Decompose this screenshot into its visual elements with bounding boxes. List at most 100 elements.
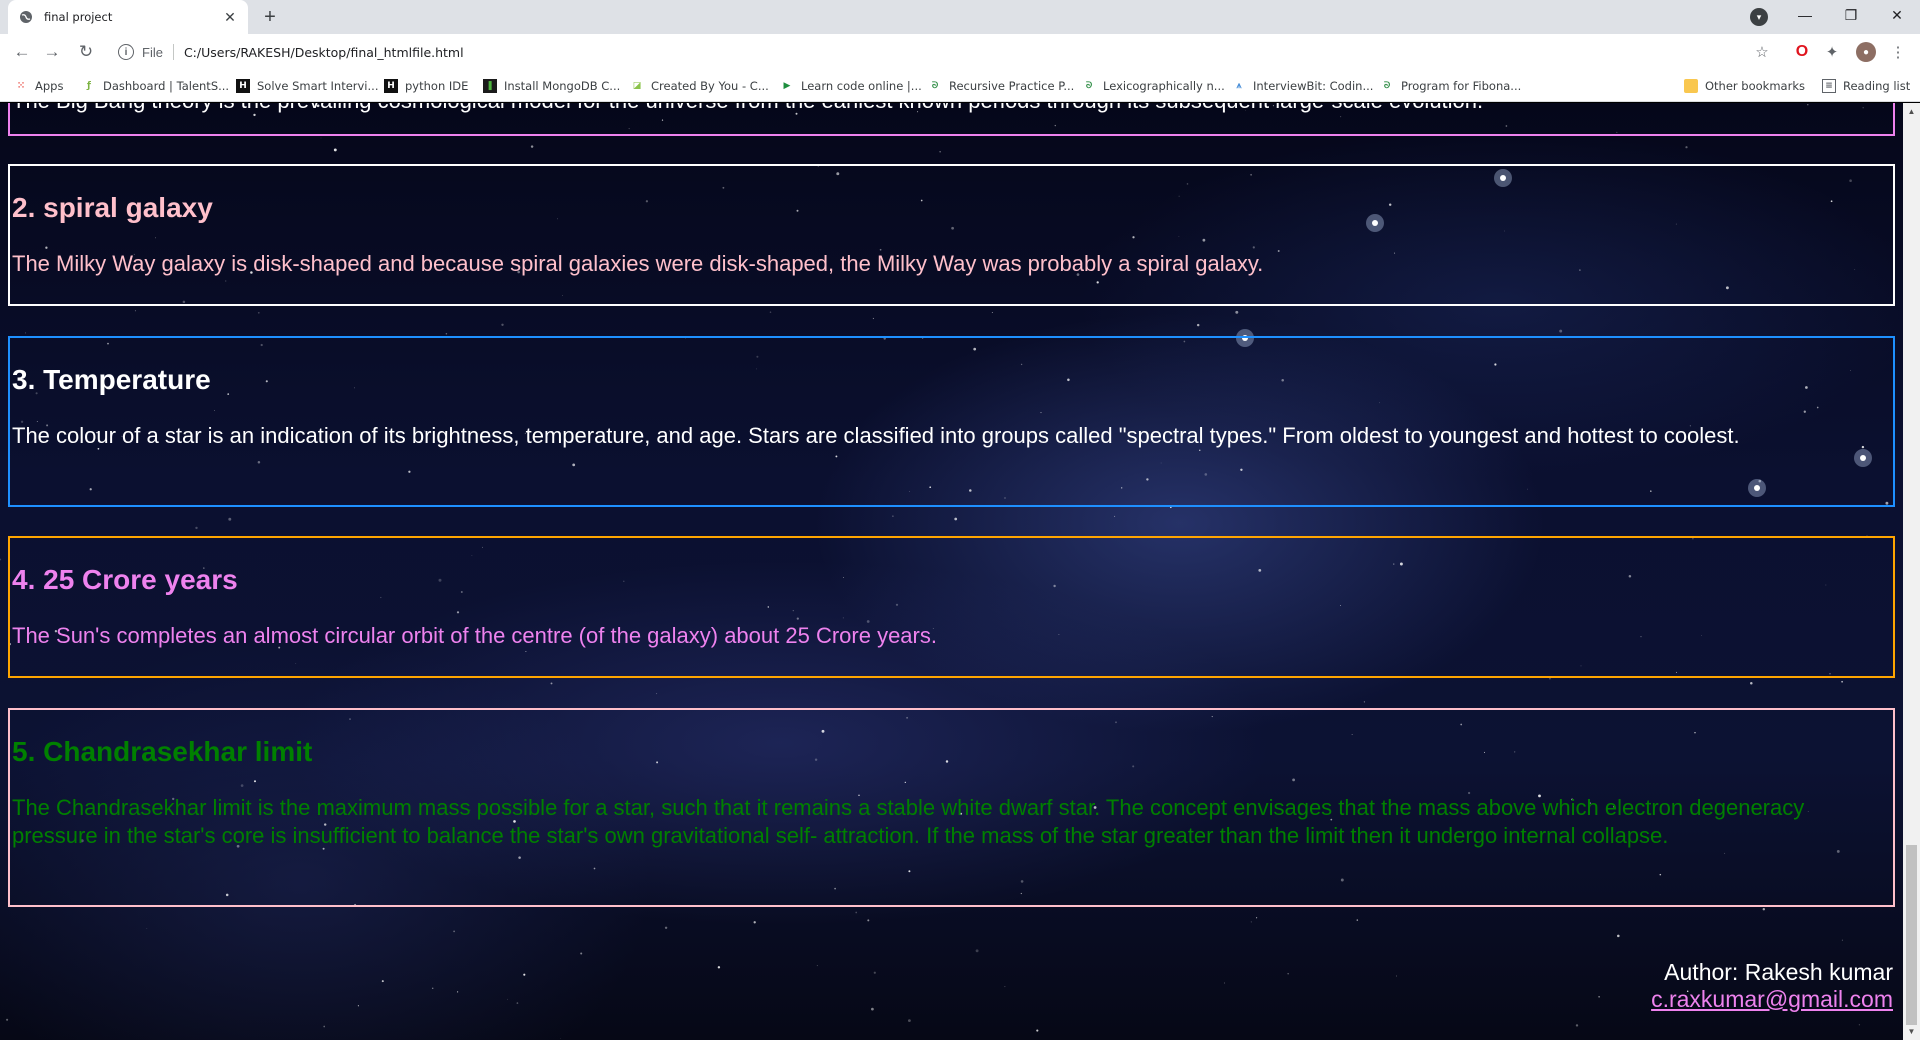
new-tab-icon[interactable]: + xyxy=(258,5,282,29)
bookmark-item[interactable]: ▶ Learn code online |... xyxy=(780,76,922,96)
bookmark-item[interactable]: ᘐ Lexicographically n... xyxy=(1082,76,1225,96)
star xyxy=(357,1005,359,1007)
star xyxy=(1685,146,1688,149)
bookmark-label: Learn code online |... xyxy=(801,79,922,93)
bookmark-item[interactable]: ⁙ Apps xyxy=(14,76,63,96)
section-big-bang: The Big Bang theory is the prevailing co… xyxy=(8,103,1895,136)
star xyxy=(134,310,136,312)
star xyxy=(855,911,858,914)
star xyxy=(1395,975,1397,977)
other-bookmarks-label: Other bookmarks xyxy=(1705,79,1805,93)
star xyxy=(501,323,504,326)
star xyxy=(1858,1024,1861,1026)
star xyxy=(1356,919,1359,921)
opera-extension-icon[interactable]: O xyxy=(1792,42,1812,62)
star xyxy=(257,311,260,314)
python-ide-icon: H xyxy=(384,79,398,93)
bookmarks-bar: ⁙ Apps ƒ Dashboard | TalentS... H Solve … xyxy=(0,70,1920,102)
star xyxy=(1575,1024,1579,1027)
bookmark-item[interactable]: ❚ Install MongoDB C... xyxy=(483,76,620,96)
back-icon[interactable]: ← xyxy=(10,40,34,64)
star xyxy=(908,1019,911,1022)
star xyxy=(1598,996,1600,998)
reading-list[interactable]: ≡ Reading list xyxy=(1822,76,1910,96)
star xyxy=(1559,329,1563,333)
star xyxy=(530,145,534,148)
restore-icon[interactable]: ❐ xyxy=(1828,0,1874,30)
other-bookmarks[interactable]: Other bookmarks xyxy=(1684,76,1805,96)
bookmark-item[interactable]: H Solve Smart Intervi... xyxy=(236,76,378,96)
bookmark-label: Install MongoDB C... xyxy=(504,79,621,93)
profile-avatar[interactable]: ● xyxy=(1856,42,1876,62)
star xyxy=(431,987,434,990)
star xyxy=(1196,323,1200,327)
extensions-icon[interactable]: ✦ xyxy=(1822,42,1842,62)
star xyxy=(717,966,721,969)
star xyxy=(1841,939,1843,941)
star xyxy=(228,517,232,521)
window-close-icon[interactable]: ✕ xyxy=(1874,0,1920,30)
bookmark-label: python IDE xyxy=(405,79,469,93)
bookmark-label: Lexicographically n... xyxy=(1103,79,1225,93)
bookmark-item[interactable]: ◪ Created By You - C... xyxy=(630,76,769,96)
tab-strip: final project ✕ + ▾ — ❐ ✕ xyxy=(0,0,1920,34)
page-scrollbar[interactable]: ▲ ▼ xyxy=(1903,103,1920,1040)
address-bar[interactable]: i File C:/Users/RAKESH/Desktop/final_htm… xyxy=(108,37,1788,67)
bookmark-item[interactable]: ᘐ Recursive Practice P... xyxy=(928,76,1074,96)
minimize-icon[interactable]: — xyxy=(1782,0,1828,30)
star xyxy=(1250,921,1252,923)
tab-search-icon[interactable]: ▾ xyxy=(1750,8,1768,26)
scroll-down-icon[interactable]: ▼ xyxy=(1903,1023,1920,1040)
address-scheme: File xyxy=(142,44,163,60)
close-tab-icon[interactable]: ✕ xyxy=(222,9,238,25)
bookmark-label: InterviewBit: Codin... xyxy=(1253,79,1374,93)
star xyxy=(580,952,583,955)
bookmark-item[interactable]: ƒ Dashboard | TalentS... xyxy=(82,76,229,96)
bookmark-label: Solve Smart Intervi... xyxy=(257,79,379,93)
star xyxy=(560,1038,561,1040)
gfg-icon: ᘐ xyxy=(1085,81,1093,91)
section-spiral-galaxy: 2. spiral galaxy The Milky Way galaxy is… xyxy=(8,164,1895,306)
info-icon[interactable]: i xyxy=(118,44,134,60)
apps-grid-icon: ⁙ xyxy=(17,81,25,91)
bookmark-item[interactable]: ᘐ Program for Fibona... xyxy=(1380,76,1521,96)
star xyxy=(1750,681,1753,685)
tab-active[interactable]: final project ✕ xyxy=(8,0,248,34)
star xyxy=(656,693,658,695)
section-heading: 2. spiral galaxy xyxy=(12,192,213,223)
star xyxy=(333,148,337,152)
star xyxy=(892,515,894,517)
reload-icon[interactable]: ↻ xyxy=(74,40,98,64)
section-text: The colour of a star is an indication of… xyxy=(12,423,1740,448)
address-url[interactable]: C:/Users/RAKESH/Desktop/final_htmlfile.h… xyxy=(184,45,464,60)
created-icon: ◪ xyxy=(632,81,642,91)
star xyxy=(1256,917,1258,919)
author-email-link[interactable]: c.raxkumar@gmail.com xyxy=(1651,986,1893,1012)
menu-icon[interactable]: ⋮ xyxy=(1888,42,1908,62)
bookmark-item[interactable]: H python IDE xyxy=(384,76,468,96)
star xyxy=(872,317,874,320)
scrollbar-thumb[interactable] xyxy=(1906,845,1917,1025)
forward-icon[interactable]: → xyxy=(40,40,64,64)
star xyxy=(873,971,876,974)
solve-icon: H xyxy=(236,79,250,93)
star xyxy=(1617,934,1620,938)
star xyxy=(507,998,508,1000)
star xyxy=(146,928,148,929)
bookmark-star-icon[interactable]: ☆ xyxy=(1752,42,1772,62)
scroll-up-icon[interactable]: ▲ xyxy=(1903,103,1920,120)
bookmark-label: Recursive Practice P... xyxy=(949,79,1075,93)
section-heading: 5. Chandrasekhar limit xyxy=(12,736,313,767)
bookmark-item[interactable]: ⩚ InterviewBit: Codin... xyxy=(1232,76,1373,96)
reading-list-icon: ≡ xyxy=(1822,79,1836,93)
section-text: The Sun's completes an almost circular o… xyxy=(12,623,937,648)
star xyxy=(1762,908,1766,911)
tab-title: final project xyxy=(44,10,113,24)
mongodb-icon: ❚ xyxy=(483,79,497,93)
star xyxy=(523,973,526,976)
section-text: The Chandrasekhar limit is the maximum m… xyxy=(12,795,1805,848)
star xyxy=(1004,986,1006,988)
section-heading: 3. Temperature xyxy=(12,364,211,395)
bookmark-label: Program for Fibona... xyxy=(1401,79,1522,93)
address-divider xyxy=(172,44,174,60)
